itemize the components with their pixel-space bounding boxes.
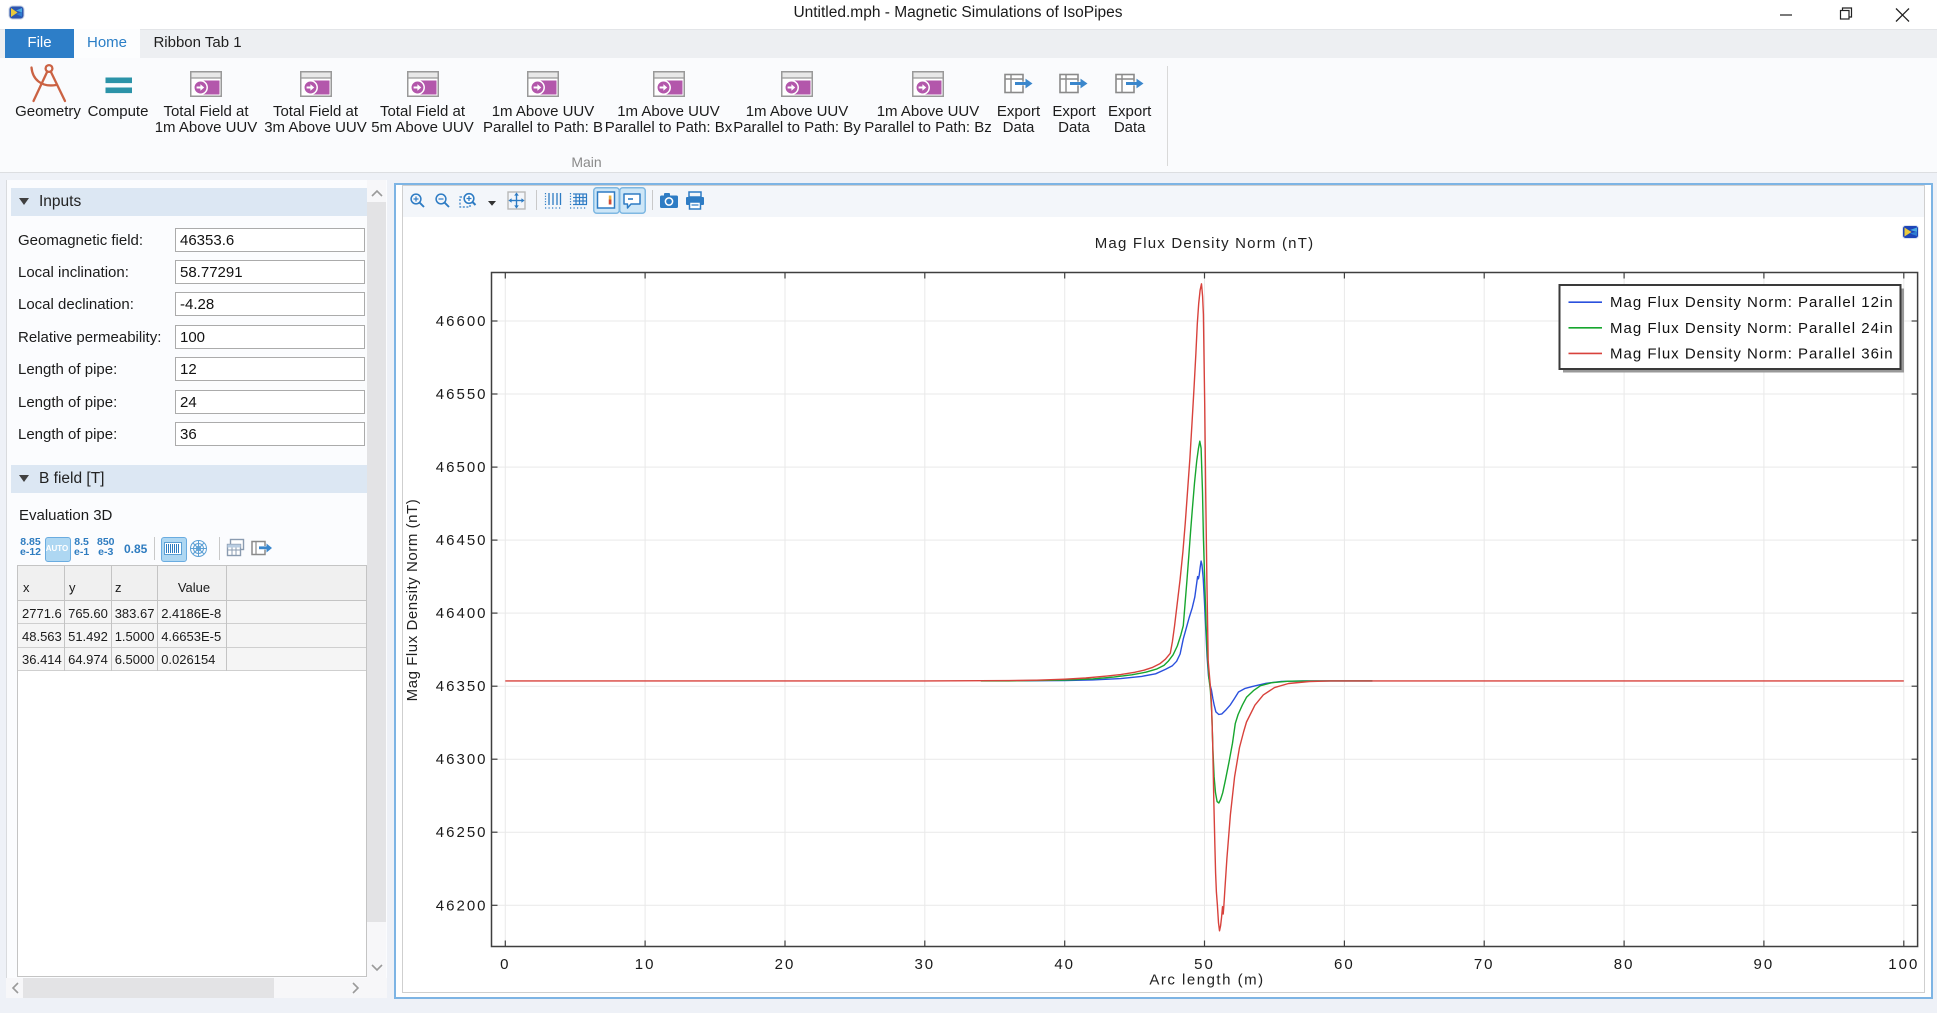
svg-text:100: 100 [1888, 956, 1919, 973]
svg-text:46400: 46400 [436, 605, 488, 622]
svg-text:0: 0 [500, 956, 510, 973]
svg-text:40: 40 [1054, 956, 1075, 973]
svg-text:46550: 46550 [436, 386, 488, 403]
svg-text:Mag Flux Density Norm: Paralle: Mag Flux Density Norm: Parallel 12in [1610, 294, 1894, 311]
svg-text:46250: 46250 [436, 824, 488, 841]
svg-text:Mag Flux Density Norm: Paralle: Mag Flux Density Norm: Parallel 36in [1610, 345, 1894, 362]
svg-text:46300: 46300 [436, 751, 488, 768]
svg-text:90: 90 [1754, 956, 1775, 973]
svg-text:Mag Flux Density Norm (nT): Mag Flux Density Norm (nT) [404, 499, 421, 702]
svg-text:46600: 46600 [436, 313, 488, 330]
svg-text:30: 30 [914, 956, 935, 973]
svg-text:10: 10 [635, 956, 656, 973]
svg-text:46200: 46200 [436, 897, 488, 914]
svg-text:Arc length (m): Arc length (m) [1149, 972, 1264, 989]
svg-text:50: 50 [1194, 956, 1215, 973]
svg-text:80: 80 [1614, 956, 1635, 973]
svg-text:60: 60 [1334, 956, 1355, 973]
svg-text:Mag Flux Density Norm (nT): Mag Flux Density Norm (nT) [1095, 235, 1315, 252]
svg-text:46500: 46500 [436, 459, 488, 476]
svg-text:Mag Flux Density Norm: Paralle: Mag Flux Density Norm: Parallel 24in [1610, 320, 1894, 337]
svg-text:20: 20 [775, 956, 796, 973]
svg-text:70: 70 [1474, 956, 1495, 973]
svg-text:46450: 46450 [436, 532, 488, 549]
svg-text:46350: 46350 [436, 678, 488, 695]
